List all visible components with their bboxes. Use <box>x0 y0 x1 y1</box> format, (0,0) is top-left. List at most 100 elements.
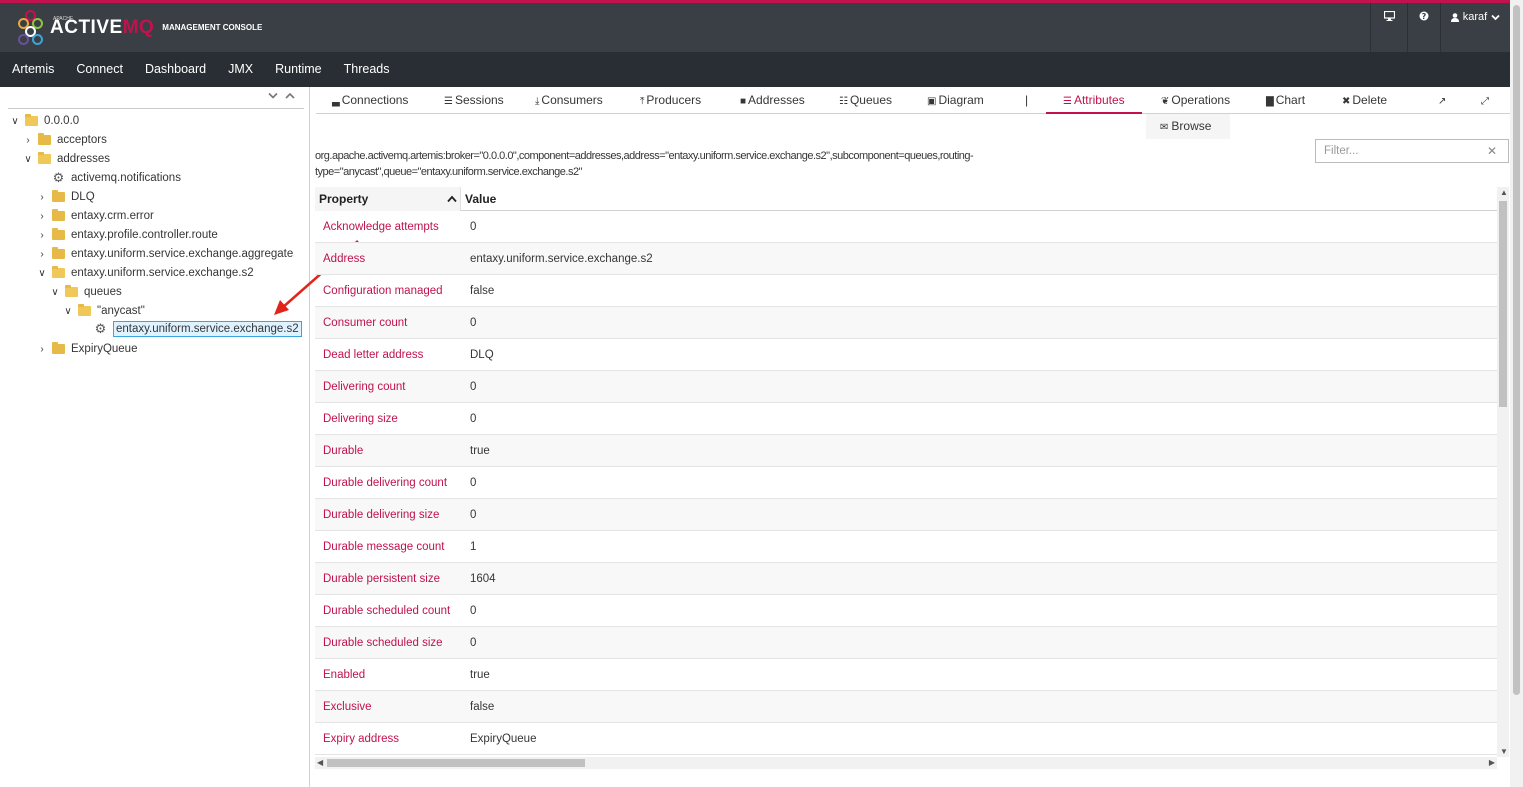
table-row[interactable]: Delivering size 0 <box>315 403 1497 435</box>
property-name[interactable]: Durable scheduled count <box>323 595 450 627</box>
collapse-all-button[interactable] <box>285 89 295 103</box>
chevron-down-icon[interactable]: ∨ <box>62 306 74 317</box>
expand-all-button[interactable] <box>268 89 278 103</box>
tree-search-input[interactable] <box>8 89 304 109</box>
chevron-right-icon[interactable]: › <box>36 230 48 241</box>
tab-queues[interactable]: ☷ Queues <box>839 87 892 114</box>
table-row[interactable]: Consumer count 0 <box>315 307 1497 339</box>
tab-diagram[interactable]: ▣ Diagram <box>927 87 984 114</box>
property-name[interactable]: Durable <box>323 435 363 467</box>
nav-dashboard[interactable]: Dashboard <box>134 52 217 87</box>
property-name[interactable]: Configuration managed <box>323 275 443 307</box>
share-button[interactable]: ↗ <box>1438 87 1448 114</box>
property-name[interactable]: Expiry address <box>323 723 399 755</box>
tab-delete[interactable]: ✖ Delete <box>1342 87 1387 114</box>
tree-node-expiry-queue[interactable]: › ExpiryQueue <box>36 340 137 358</box>
property-name[interactable]: Delivering size <box>323 403 398 435</box>
property-name[interactable]: Durable delivering count <box>323 467 447 499</box>
scroll-right-icon[interactable]: ▶ <box>1489 758 1495 767</box>
tree-node-addresses[interactable]: ∨ addresses <box>22 150 110 168</box>
tree-node-queues[interactable]: ∨ queues <box>49 283 122 301</box>
table-row[interactable]: Enabled true <box>315 659 1497 691</box>
nav-runtime[interactable]: Runtime <box>264 52 333 87</box>
table-row[interactable]: Address entaxy.uniform.service.exchange.s… <box>315 243 1497 275</box>
property-name[interactable]: Durable persistent size <box>323 563 440 595</box>
page-scrollbar[interactable] <box>1510 0 1523 787</box>
tab-connections[interactable]: ▃ Connections <box>332 87 408 114</box>
table-vertical-scrollbar[interactable]: ▲ ▼ <box>1497 187 1509 757</box>
tree-node-acceptors[interactable]: › acceptors <box>22 131 107 149</box>
chevron-down-icon[interactable]: ∨ <box>36 268 48 279</box>
nav-connect[interactable]: Connect <box>65 52 134 87</box>
tree-node-profile-controller-route[interactable]: › entaxy.profile.controller.route <box>36 226 218 244</box>
column-header-property[interactable]: Property <box>315 187 461 211</box>
chevron-down-icon[interactable]: ∨ <box>49 287 61 298</box>
table-row[interactable]: Durable scheduled size 0 <box>315 627 1497 659</box>
chevron-right-icon[interactable]: › <box>36 211 48 222</box>
tree-node-dlq[interactable]: › DLQ <box>36 188 95 206</box>
user-menu[interactable]: karaf <box>1440 3 1510 52</box>
nav-artemis[interactable]: Artemis <box>0 52 65 87</box>
table-horizontal-scrollbar[interactable]: ◀ ▶ <box>315 757 1497 769</box>
filter-input[interactable]: Filter... <box>1315 139 1509 163</box>
tab-chart[interactable]: ▇ Chart <box>1266 87 1305 114</box>
table-row[interactable]: Durable scheduled count 0 <box>315 595 1497 627</box>
property-name[interactable]: Acknowledge attempts <box>323 211 439 243</box>
scroll-up-icon[interactable]: ▲ <box>1500 188 1508 197</box>
property-name[interactable]: Consumer count <box>323 307 407 339</box>
tab-addresses[interactable]: ■ Addresses <box>740 87 805 114</box>
tree-node-exchange-s2[interactable]: ∨ entaxy.uniform.service.exchange.s2 <box>36 264 254 282</box>
list-icon: ☰ <box>1063 96 1072 107</box>
column-header-value[interactable]: Value <box>465 187 496 211</box>
table-row[interactable]: Configuration managed false <box>315 275 1497 307</box>
tree-node-queue-exchange-s2[interactable]: ⚙ entaxy.uniform.service.exchange.s2 <box>78 320 302 338</box>
property-name[interactable]: Exclusive <box>323 691 372 723</box>
table-row[interactable]: Durable persistent size 1604 <box>315 563 1497 595</box>
scroll-left-icon[interactable]: ◀ <box>317 758 323 767</box>
help-button[interactable]: ? <box>1407 3 1440 52</box>
table-row[interactable]: Durable delivering count 0 <box>315 467 1497 499</box>
nav-jmx[interactable]: JMX <box>217 52 264 87</box>
tab-producers[interactable]: ⤒ Producers <box>640 87 701 114</box>
property-name[interactable]: Durable scheduled size <box>323 627 443 659</box>
table-row[interactable]: Durable delivering size 0 <box>315 499 1497 531</box>
mbean-object-name: org.apache.activemq.artemis:broker="0.0.… <box>315 150 974 178</box>
chevron-down-icon[interactable]: ∨ <box>22 154 34 165</box>
list-icon: ☰ <box>444 96 453 107</box>
chevron-right-icon[interactable]: › <box>36 344 48 355</box>
tab-consumers[interactable]: ⤓ Consumers <box>535 87 603 114</box>
property-name[interactable]: Address <box>323 243 365 275</box>
table-row[interactable]: Expiry address ExpiryQueue <box>315 723 1497 755</box>
tree-node-exchange-aggregate[interactable]: › entaxy.uniform.service.exchange.aggreg… <box>36 245 293 263</box>
property-name[interactable]: Delivering count <box>323 371 405 403</box>
chevron-right-icon[interactable]: › <box>22 135 34 146</box>
tree-node-anycast[interactable]: ∨ "anycast" <box>62 302 145 320</box>
chevron-down-icon[interactable]: ∨ <box>9 116 21 127</box>
scroll-down-icon[interactable]: ▼ <box>1500 747 1508 756</box>
tree-node-broker[interactable]: ∨ 0.0.0.0 <box>9 112 79 130</box>
table-row[interactable]: Acknowledge attempts 0 <box>315 211 1497 243</box>
table-row[interactable]: Exclusive false <box>315 691 1497 723</box>
nav-threads[interactable]: Threads <box>333 52 401 87</box>
activemq-logo[interactable]: APACHE ACTIVE MQ MANAGEMENT CONSOLE <box>16 6 262 50</box>
property-name[interactable]: Durable delivering size <box>323 499 439 531</box>
table-header: Property Value <box>315 187 1497 211</box>
fullscreen-button[interactable]: ⤢ <box>1481 87 1491 114</box>
chevron-right-icon[interactable]: › <box>36 249 48 260</box>
tree-node-crm-error[interactable]: › entaxy.crm.error <box>36 207 154 225</box>
tab-browse[interactable]: ✉ Browse <box>1146 114 1230 139</box>
chevron-right-icon[interactable]: › <box>36 192 48 203</box>
monitor-button[interactable] <box>1370 3 1407 52</box>
tab-sessions[interactable]: ☰ Sessions <box>444 87 504 114</box>
table-row[interactable]: Delivering count 0 <box>315 371 1497 403</box>
tree-node-activemq-notifications[interactable]: ⚙ activemq.notifications <box>36 169 181 187</box>
table-row[interactable]: Dead letter address DLQ <box>315 339 1497 371</box>
table-row[interactable]: Durable message count 1 <box>315 531 1497 563</box>
clear-filter-icon[interactable]: ✕ <box>1487 144 1497 158</box>
tab-operations[interactable]: ❦ Operations <box>1161 87 1230 114</box>
tab-attributes[interactable]: ☰ Attributes <box>1046 87 1142 114</box>
table-row[interactable]: Durable true <box>315 435 1497 467</box>
property-name[interactable]: Enabled <box>323 659 365 691</box>
property-name[interactable]: Durable message count <box>323 531 444 563</box>
property-name[interactable]: Dead letter address <box>323 339 423 371</box>
